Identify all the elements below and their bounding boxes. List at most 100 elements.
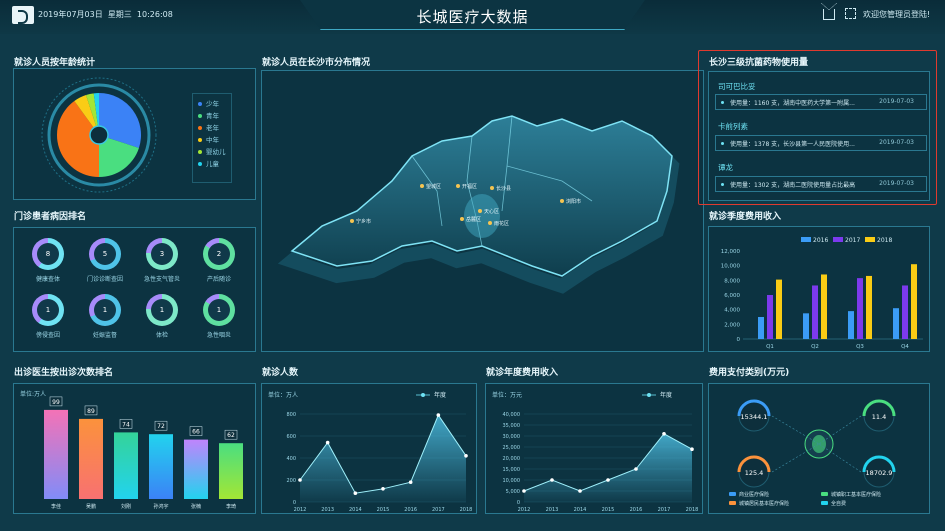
legend-label: 2017 — [845, 237, 860, 244]
y-tick: 600 — [286, 434, 296, 440]
bar[interactable] — [803, 313, 809, 339]
bar[interactable] — [812, 285, 818, 339]
cause-ring[interactable]: 3 — [146, 238, 178, 270]
x-tick: 2017 — [658, 507, 671, 513]
payment-value: 15344.1 — [741, 413, 768, 421]
x-tick: 2018 — [460, 507, 473, 513]
legend-label: 2018 — [877, 237, 892, 244]
bar[interactable] — [184, 439, 208, 499]
cause-count: 3 — [151, 243, 173, 265]
map-marker[interactable] — [350, 219, 354, 223]
x-tick: Q3 — [856, 344, 864, 350]
season-section-title: 就诊季度费用收入 — [709, 212, 782, 222]
y-tick: 0 — [517, 500, 520, 506]
value-label: 74 — [122, 421, 130, 428]
x-tick: 张楠 — [191, 503, 201, 510]
bar[interactable] — [149, 434, 173, 499]
legend-item: 儿童 — [198, 158, 231, 170]
y-tick: 400 — [286, 456, 296, 462]
bar[interactable] — [902, 285, 908, 339]
data-point[interactable] — [606, 478, 610, 482]
map-marker[interactable] — [456, 184, 460, 188]
cause-count: 1 — [208, 299, 230, 321]
map-marker[interactable] — [420, 184, 424, 188]
cause-label: 产后随诊 — [206, 276, 231, 283]
data-point[interactable] — [522, 489, 526, 493]
bar[interactable] — [857, 278, 863, 339]
data-point[interactable] — [690, 447, 694, 451]
bar[interactable] — [767, 295, 773, 339]
bar[interactable] — [911, 264, 917, 339]
annual-area-chart: 单位：万元 年度 0 5,000 10,000 15,000 20,000 25,000 30,… — [492, 391, 699, 513]
legend-label: 商业医疗保险 — [739, 491, 769, 498]
cause-ring[interactable]: 8 — [32, 238, 64, 270]
map-marker[interactable] — [490, 186, 494, 190]
cause-ring[interactable]: 1 — [89, 294, 121, 326]
legend-item: 少年 — [198, 98, 231, 110]
data-point[interactable] — [550, 478, 554, 482]
bar[interactable] — [776, 279, 782, 339]
cause-label: 傍侵查因 — [35, 332, 60, 339]
data-point[interactable] — [408, 480, 413, 484]
cause-ring[interactable]: 1 — [146, 294, 178, 326]
data-point[interactable] — [298, 478, 302, 482]
data-point[interactable] — [325, 440, 330, 445]
value-label: 89 — [87, 408, 95, 415]
bar[interactable] — [44, 409, 68, 499]
annual-panel: 单位：万元 年度 0 5,000 10,000 15,000 20,000 25,000 30,… — [485, 383, 703, 514]
cause-count: 1 — [37, 299, 59, 321]
unit-label: 单位：万人 — [268, 391, 298, 399]
data-point[interactable] — [381, 487, 385, 491]
cause-label: 门诊诊断查因 — [86, 276, 123, 283]
map-label: 岳麓区 — [466, 216, 481, 223]
cause-ring[interactable]: 1 — [203, 294, 235, 326]
data-point[interactable] — [578, 489, 582, 493]
bar[interactable] — [893, 308, 899, 339]
cause-ring[interactable]: 2 — [203, 238, 235, 270]
data-point[interactable] — [353, 491, 358, 495]
bar[interactable] — [821, 274, 827, 339]
payment-value: 11.4 — [872, 413, 886, 421]
map-marker[interactable] — [478, 209, 482, 213]
disease-section-title: 门诊患者病因排名 — [14, 212, 87, 222]
header-bar: 2019年07月03日 星期三 10:26:08 长城医疗大数据 欢迎您管理员登… — [0, 0, 945, 34]
y-tick: 25,000 — [503, 445, 521, 451]
visits-area-chart: 单位：万人 年度 0 200 400 600 800 2012 2013 2014 2015 2016… — [268, 391, 473, 513]
data-point[interactable] — [662, 432, 666, 436]
x-tick: Q2 — [811, 344, 819, 350]
map-label: 开福区 — [462, 183, 477, 190]
x-tick: 2018 — [686, 507, 699, 513]
data-point[interactable] — [634, 467, 638, 471]
legend-swatch — [801, 237, 811, 242]
map-section-title: 就诊人员在长沙市分布情况 — [262, 58, 371, 68]
bar[interactable] — [219, 443, 243, 499]
legend-swatch — [729, 501, 736, 505]
home-icon[interactable] — [821, 3, 837, 20]
cause-ring[interactable]: 1 — [32, 294, 64, 326]
y-tick: 12,000 — [721, 249, 741, 255]
y-tick: 0 — [293, 500, 296, 506]
map-marker[interactable] — [560, 199, 564, 203]
map-label: 宁乡市 — [356, 218, 371, 225]
welcome-text[interactable]: 欢迎您管理员登陆! — [863, 9, 930, 20]
map-marker[interactable] — [460, 217, 464, 221]
x-tick: 孙鸿宇 — [153, 503, 168, 510]
bar[interactable] — [758, 317, 764, 339]
y-tick: 10,000 — [503, 478, 521, 484]
value-label: 66 — [192, 429, 200, 436]
x-tick: 吴鹏 — [86, 503, 96, 510]
fullscreen-icon[interactable] — [845, 8, 856, 19]
value-label: 99 — [52, 399, 60, 406]
map-marker[interactable] — [488, 221, 492, 225]
x-tick: 2014 — [574, 507, 587, 513]
bar[interactable] — [114, 432, 138, 499]
cause-ring[interactable]: 5 — [89, 238, 121, 270]
y-tick: 40,000 — [503, 412, 521, 418]
x-tick: 李佳 — [51, 503, 61, 510]
bar[interactable] — [866, 275, 872, 339]
visits-section-title: 就诊人数 — [262, 368, 299, 378]
bar[interactable] — [848, 311, 854, 339]
bar[interactable] — [79, 418, 103, 499]
data-point[interactable] — [464, 454, 468, 458]
data-point[interactable] — [436, 413, 441, 417]
